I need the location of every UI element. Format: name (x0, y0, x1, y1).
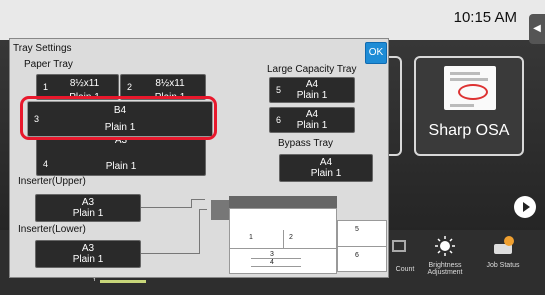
dialog-title: Tray Settings (13, 43, 72, 54)
hidden-app-tile[interactable] (388, 56, 402, 156)
tray-type: Plain 1 (72, 254, 104, 265)
job-status-button[interactable]: Job Status (478, 236, 528, 269)
connector-line (199, 209, 200, 254)
osa-document-icon (444, 66, 496, 110)
inserter-lower-label: Inserter(Lower) (18, 224, 86, 235)
tray-size: A3 (81, 197, 95, 208)
tray-size: A4 (305, 109, 319, 120)
tray-size: 8½x11 (155, 78, 185, 89)
brightness-label: Brightness Adjustment (427, 262, 463, 276)
bypass-tray-label: Bypass Tray (278, 138, 334, 149)
tray-type: Plain 1 (72, 208, 104, 219)
tray-type: Plain 1 (310, 168, 342, 179)
sharp-osa-tile[interactable]: Sharp OSA (414, 56, 524, 156)
job-status-label: Job Status (486, 262, 520, 269)
tray-type: Plain 1 (296, 120, 328, 131)
toner-level-bar (100, 280, 146, 283)
sun-icon (435, 236, 455, 256)
connector-line (199, 209, 207, 210)
tray-type: Plain 1 (296, 90, 328, 101)
tray-size: A4 (319, 157, 333, 168)
tray-settings-dialog: Tray Settings OK Paper Tray 1 8½x11 Plai… (9, 38, 389, 278)
tray-4-button[interactable]: 4 A3 Plain 1 (36, 136, 206, 176)
machine-tray-6-number: 6 (355, 252, 359, 259)
tray-6-button[interactable]: 6 A4 Plain 1 (269, 107, 355, 133)
tray-size: 8½x11 (69, 78, 100, 89)
counter-icon[interactable] (392, 240, 406, 252)
paper-tray-label: Paper Tray (24, 59, 73, 70)
brightness-adjustment-button[interactable]: Brightness Adjustment (420, 236, 470, 276)
clock: 10:15 AM (453, 9, 517, 26)
machine-tray-1-number: 1 (249, 234, 253, 241)
tray-size: A3 (81, 243, 95, 254)
machine-tray-3-number: 3 (270, 251, 274, 258)
tray-size: A4 (305, 79, 319, 90)
sharp-osa-label: Sharp OSA (428, 122, 510, 139)
tray-type: Plain 1 (105, 161, 137, 172)
tray-number: 2 (127, 82, 133, 92)
machine-tray-2-number: 2 (289, 234, 293, 241)
connector-line (191, 199, 192, 208)
selected-tray-highlight (20, 96, 217, 140)
ok-button[interactable]: OK (365, 42, 387, 64)
bypass-tray-button[interactable]: A4 Plain 1 (279, 154, 373, 182)
side-panel-arrow-icon[interactable]: ◀ (529, 14, 545, 44)
inserter-lower-button[interactable]: A3 Plain 1 (35, 240, 141, 268)
connector-line (141, 253, 199, 254)
job-status-icon (492, 236, 514, 256)
machine-illustration: 1 2 3 4 5 6 (211, 192, 389, 274)
connector-line (191, 199, 205, 200)
inserter-upper-label: Inserter(Upper) (18, 176, 86, 187)
machine-tray-5-number: 5 (355, 226, 359, 233)
inserter-upper-button[interactable]: A3 Plain 1 (35, 194, 141, 222)
next-page-button[interactable] (514, 196, 536, 218)
status-bar: 10:15 AM ◀ (0, 0, 545, 44)
tray-number: 1 (43, 82, 49, 92)
large-capacity-tray-label: Large Capacity Tray (267, 64, 357, 75)
machine-tray-4-number: 4 (270, 259, 274, 266)
connector-line (141, 207, 191, 208)
counter-label[interactable]: Count (385, 266, 425, 273)
tray-5-button[interactable]: 5 A4 Plain 1 (269, 77, 355, 103)
